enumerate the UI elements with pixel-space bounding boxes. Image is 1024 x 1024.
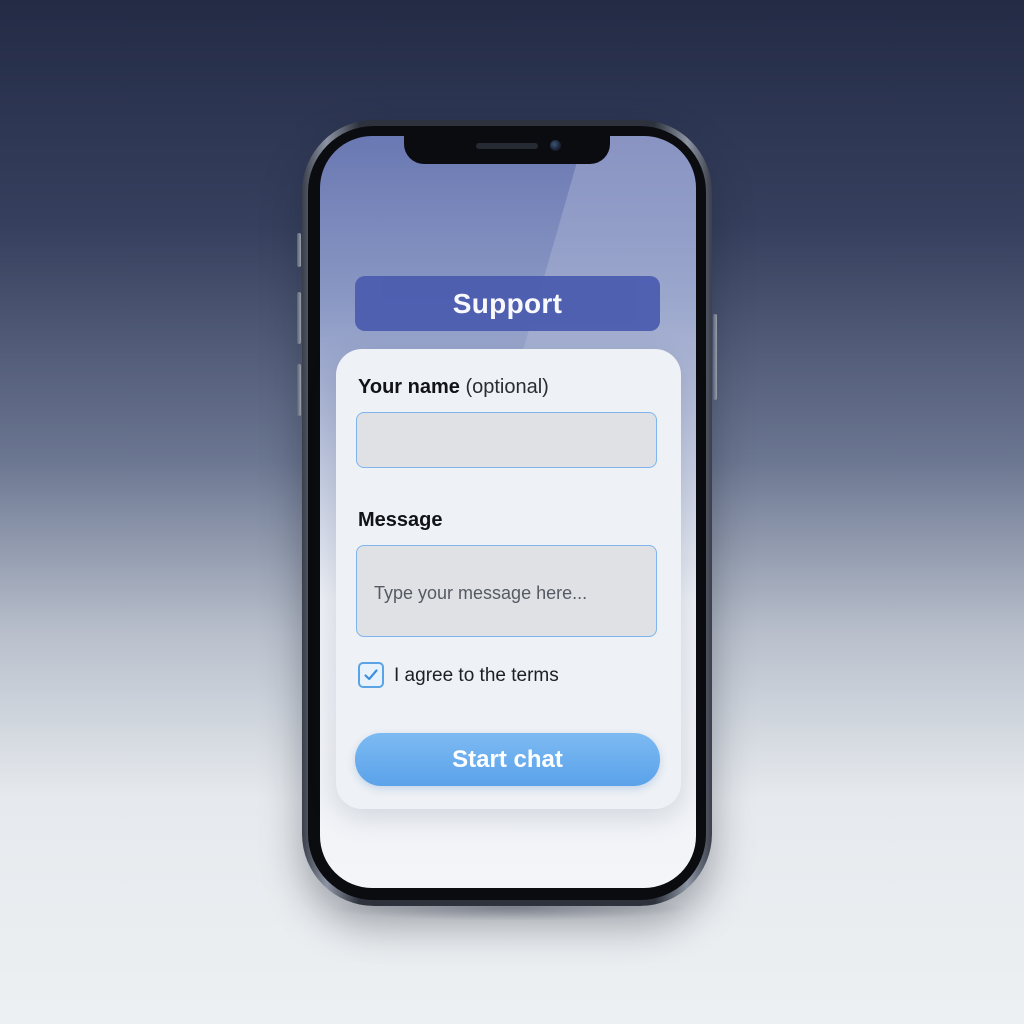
message-field-label: Message xyxy=(358,509,443,531)
phone-volume-up-button xyxy=(297,292,301,344)
support-header: Support xyxy=(355,276,660,331)
name-label-hint: (optional) xyxy=(465,376,549,398)
page-title: Support xyxy=(452,287,563,319)
phone-power-button xyxy=(713,314,717,400)
name-field-label: Your name (optional) xyxy=(358,376,549,399)
start-chat-button[interactable]: Start chat xyxy=(355,733,660,786)
terms-checkbox[interactable] xyxy=(358,662,384,688)
earpiece-speaker xyxy=(476,143,538,149)
checkmark-icon xyxy=(364,669,378,681)
phone-notch xyxy=(404,136,610,164)
front-camera-icon xyxy=(550,140,561,151)
message-placeholder: Type your message here... xyxy=(374,583,588,603)
start-chat-button-label: Start chat xyxy=(452,745,563,773)
terms-label[interactable]: I agree to the terms xyxy=(394,665,559,687)
name-input[interactable] xyxy=(356,412,657,468)
phone-volume-down-button xyxy=(297,364,301,416)
phone-silent-switch xyxy=(297,233,301,267)
name-label-text: Your name xyxy=(358,376,460,398)
